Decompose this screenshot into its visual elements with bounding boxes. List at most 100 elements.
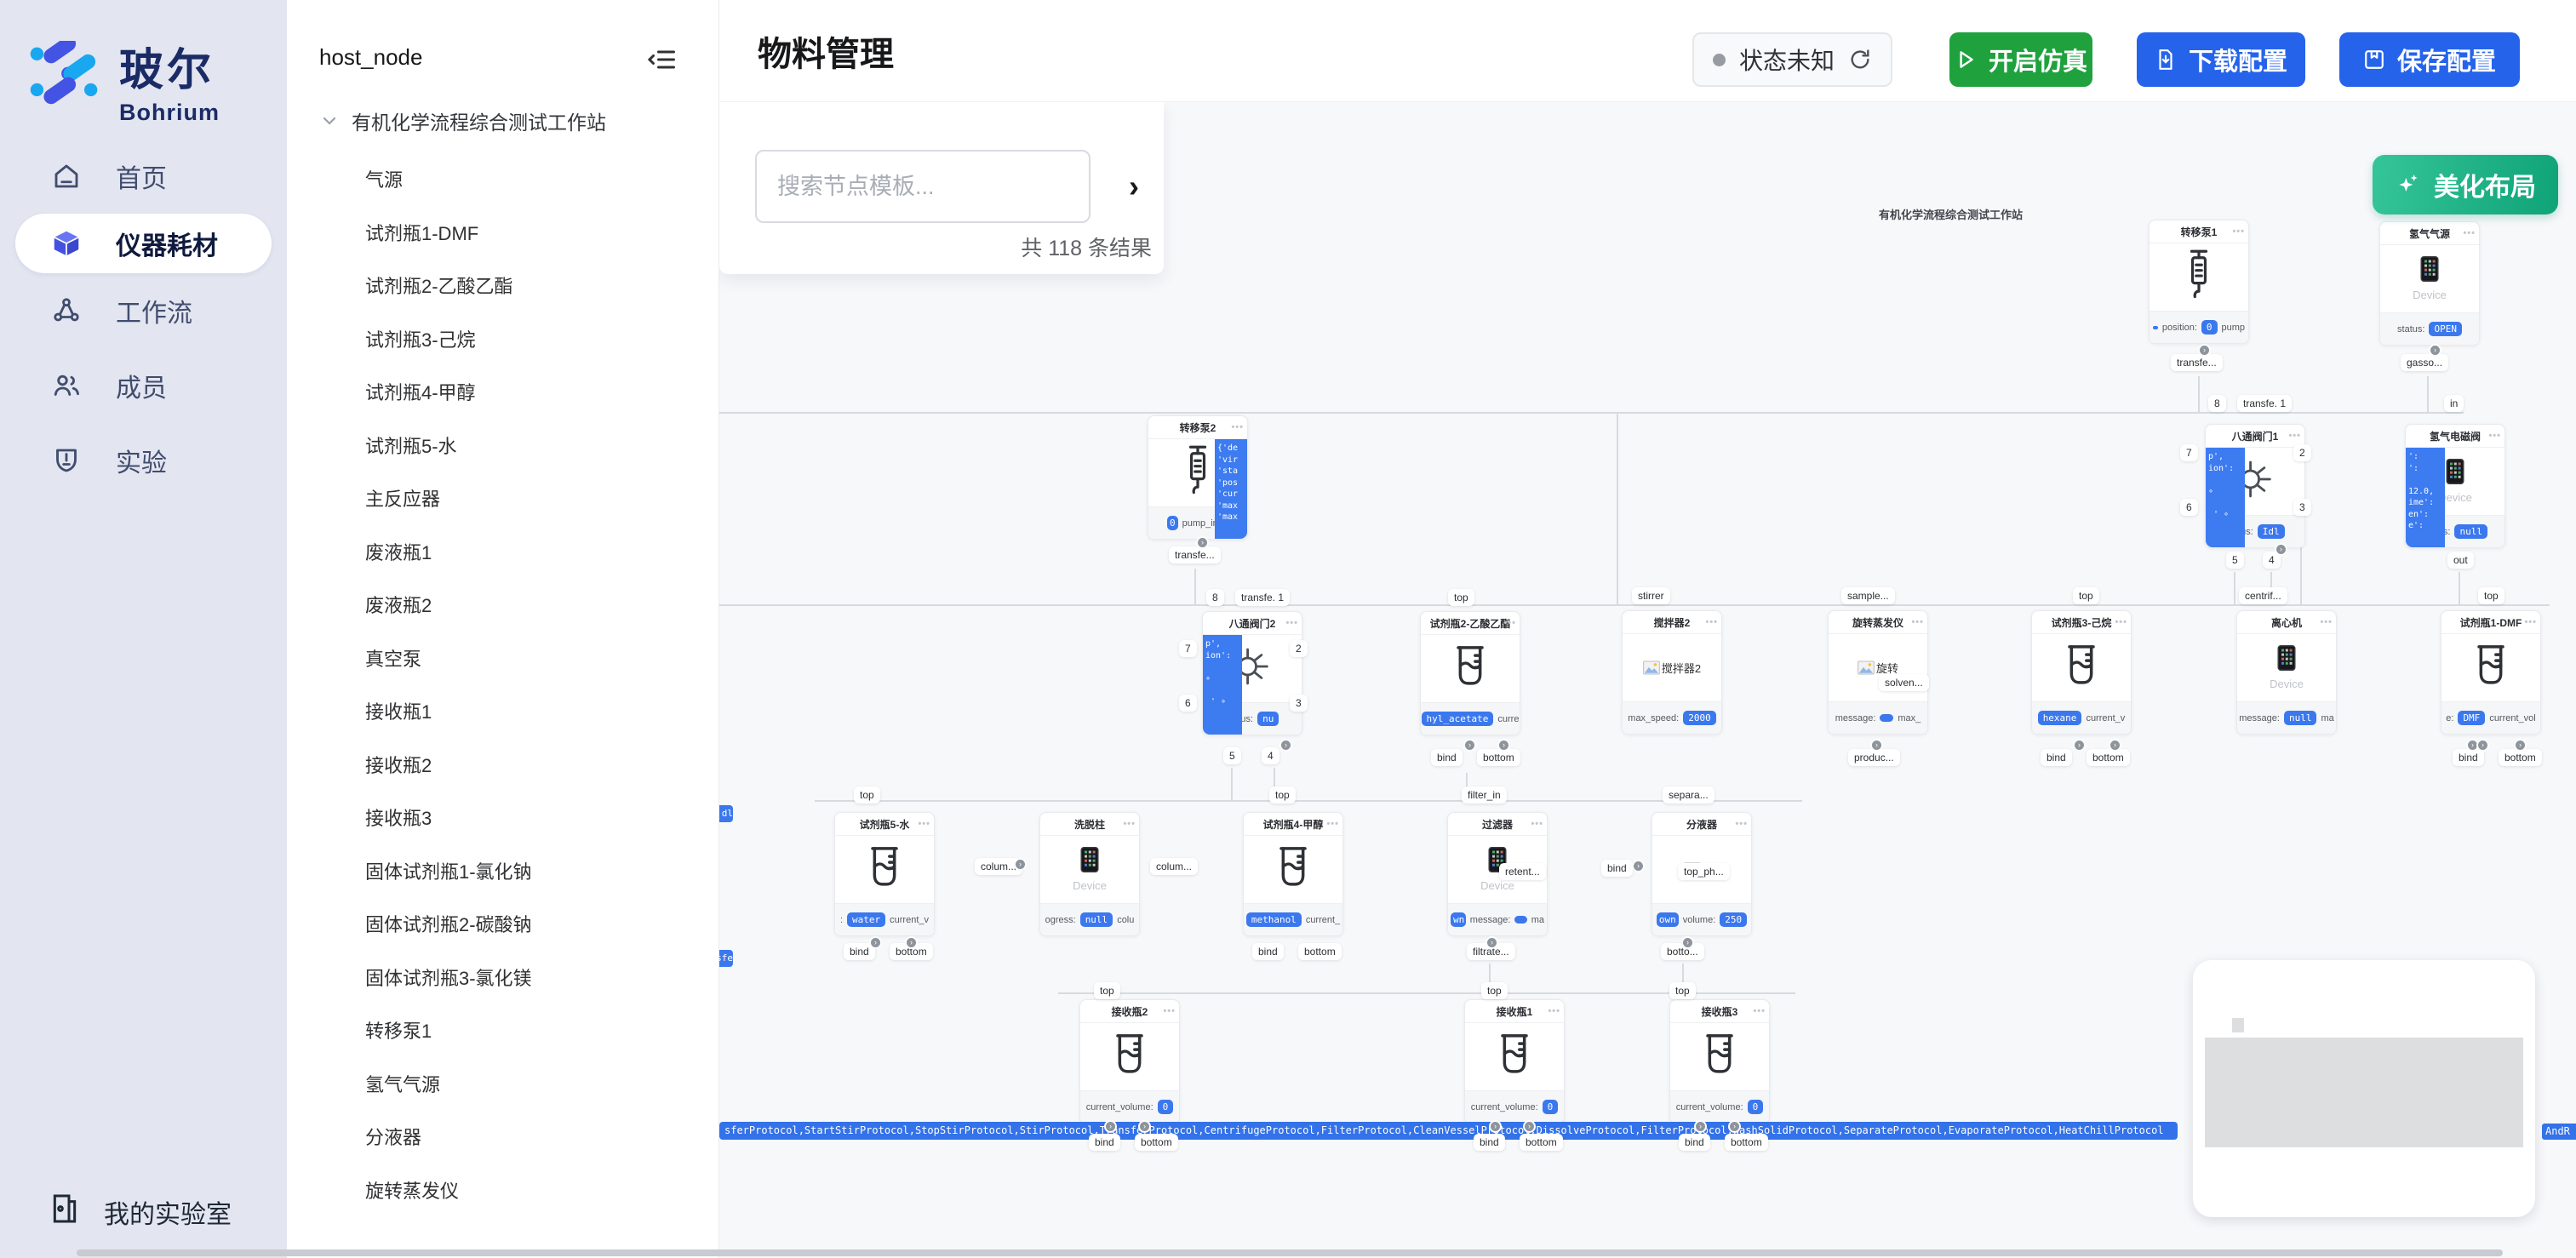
horizontal-scrollbar[interactable] [77,1249,2503,1256]
port-chip[interactable]: bottom [1298,943,1342,960]
canvas-node-elution-column[interactable]: 洗脱柱•••Deviceogress:nullcolu [1039,812,1140,936]
node-menu-icon[interactable]: ••• [2288,431,2301,441]
port-handle[interactable]: › [869,936,882,949]
node-menu-icon[interactable]: ••• [1326,819,1339,829]
node-menu-icon[interactable]: ••• [2524,617,2537,627]
canvas-node-receiver-1[interactable]: 接收瓶1•••current_volume:0 [1464,999,1565,1124]
node-menu-icon[interactable]: ••• [1735,819,1748,829]
minimap-viewport[interactable] [2205,1038,2523,1147]
port-chip[interactable]: bind [1601,860,1633,877]
sidebar-item-my-lab[interactable]: 我的实验室 [48,1192,232,1232]
port-chip[interactable]: 3 [2293,499,2311,516]
collapse-panel-icon[interactable] [647,44,678,81]
port-chip[interactable]: 7 [1179,640,1197,657]
port-chip[interactable]: bind [1679,1134,1710,1151]
tree-item[interactable]: 接收瓶3 [287,791,718,844]
node-menu-icon[interactable]: ••• [2232,226,2245,237]
port-chip[interactable]: top [1481,982,1508,999]
canvas-node-h2-gas-source[interactable]: 氢气气源•••Devicestatus:OPEN [2379,221,2480,346]
port-chip[interactable]: bind [1252,943,1284,960]
node-menu-icon[interactable]: ••• [1503,618,1516,628]
node-menu-icon[interactable]: ••• [1548,1006,1560,1016]
port-chip[interactable]: transfe. 1 [1235,589,1290,606]
port-chip[interactable]: 7 [2180,444,2198,461]
port-chip[interactable]: bottom [1520,1134,1563,1151]
port-chip[interactable]: bind [1431,749,1463,766]
sidebar-item-instruments[interactable]: 仪器耗材 [15,214,272,273]
port-chip[interactable]: bind [1089,1134,1120,1151]
flow-canvas[interactable]: 有机化学流程综合测试工作站 › 共 118 条结果 美化布局 sferProto… [719,102,2576,1258]
port-handle[interactable]: › [1196,536,1209,549]
node-menu-icon[interactable]: ••• [1123,819,1136,829]
port-handle[interactable]: › [1632,860,1645,872]
tree-item[interactable]: 固体试剂瓶1-氯化钠 [287,844,718,898]
port-chip[interactable]: top [2478,587,2504,604]
port-chip[interactable]: produc... [1848,749,1900,766]
canvas-node-rotary-evaporator[interactable]: 旋转蒸发仪•••旋转message:max_ [1828,610,1928,735]
node-menu-icon[interactable]: ••• [918,819,930,829]
port-chip[interactable]: separa... [1663,786,1714,803]
node-menu-icon[interactable]: ••• [1705,617,1718,627]
tree-item[interactable]: 转移泵1 [287,1004,718,1057]
tree-item[interactable]: 废液瓶2 [287,578,718,632]
start-simulation-button[interactable]: 开启仿真 [1949,32,2092,87]
tree-item[interactable]: 试剂瓶2-乙酸乙酯 [287,259,718,312]
port-handle[interactable]: › [2073,739,2086,752]
node-menu-icon[interactable]: ••• [1285,618,1298,628]
sidebar-item-home[interactable]: 首页 [0,139,287,214]
canvas-node-reagent-bottle-1[interactable]: 试剂瓶1-DMF•••e:DMFcurrent_vol [2441,610,2541,735]
port-handle[interactable]: › [1523,1120,1536,1133]
port-handle[interactable]: › [1694,1120,1707,1133]
port-chip[interactable]: top [2073,587,2099,604]
port-handle[interactable]: › [1138,1120,1151,1133]
save-config-button[interactable]: 保存配置 [2339,32,2520,87]
tree-item[interactable]: 氢气气源 [287,1057,718,1111]
port-chip[interactable]: transfe... [1169,546,1221,563]
port-chip[interactable]: bottom [2087,749,2130,766]
port-chip[interactable]: top [1448,589,1474,606]
port-chip[interactable]: bottom [2499,749,2542,766]
port-chip[interactable]: 5 [1223,747,1241,764]
tree-item[interactable]: 真空泵 [287,632,718,685]
port-handle[interactable]: › [1728,1120,1741,1133]
port-handle[interactable]: › [2109,739,2121,752]
port-chip[interactable]: gasso... [2401,354,2448,371]
tree-item[interactable]: 试剂瓶1-DMF [287,206,718,260]
port-chip[interactable]: bottom [1477,749,1520,766]
canvas-node-receiver-2[interactable]: 接收瓶2•••current_volume:0 [1079,999,1180,1124]
tree-item[interactable]: 接收瓶2 [287,738,718,792]
port-handle[interactable]: › [2275,543,2287,556]
tree-item[interactable]: 旋转蒸发仪 [287,1164,718,1217]
canvas-node-transfer-pump-1[interactable]: 转移泵1•••position:0pump [2149,220,2249,344]
tree-root-node[interactable]: 有机化学流程综合测试工作站 [287,89,718,152]
port-handle[interactable]: › [1681,936,1694,949]
refresh-icon[interactable] [1848,48,1872,71]
node-menu-icon[interactable]: ••• [2115,617,2127,627]
canvas-node-h2-solenoid-valve[interactable]: 氢气电磁阀•••Devicestatus:null': ': 12.0, ime… [2405,424,2505,548]
tree-item[interactable]: 试剂瓶5-水 [287,419,718,472]
search-submit-icon[interactable]: › [1113,165,1155,208]
node-menu-icon[interactable]: ••• [1911,617,1924,627]
port-handle[interactable]: › [1279,739,1292,752]
tree-item[interactable]: 主反应器 [287,472,718,525]
port-handle[interactable]: › [2476,739,2489,752]
port-chip[interactable]: 2 [1290,640,1308,657]
port-chip[interactable]: sample... [1841,587,1895,604]
sidebar-item-workflow[interactable]: 工作流 [0,273,287,348]
node-menu-icon[interactable]: ••• [1231,422,1244,432]
port-chip[interactable]: 4 [1262,747,1279,764]
tree-item[interactable]: 试剂瓶4-甲醇 [287,365,718,419]
node-menu-icon[interactable]: ••• [1531,819,1543,829]
port-chip[interactable]: 8 [1206,589,1224,606]
port-handle[interactable]: › [1104,1120,1117,1133]
download-config-button[interactable]: 下载配置 [2137,32,2305,87]
port-handle[interactable]: › [1870,739,1883,752]
port-chip[interactable]: bind [1474,1134,1505,1151]
port-chip[interactable]: 5 [2226,552,2244,569]
tree-item[interactable]: 接收瓶1 [287,684,718,738]
canvas-node-reagent-bottle-2[interactable]: 试剂瓶2-乙酸乙酯•••hyl_acetatecurre [1420,611,1520,735]
port-chip[interactable]: retent... [1499,863,1546,880]
port-chip[interactable]: bind [2453,749,2484,766]
port-handle[interactable]: › [1485,936,1498,949]
canvas-node-reagent-bottle-4[interactable]: 试剂瓶4-甲醇•••methanolcurrent_ [1243,812,1343,936]
